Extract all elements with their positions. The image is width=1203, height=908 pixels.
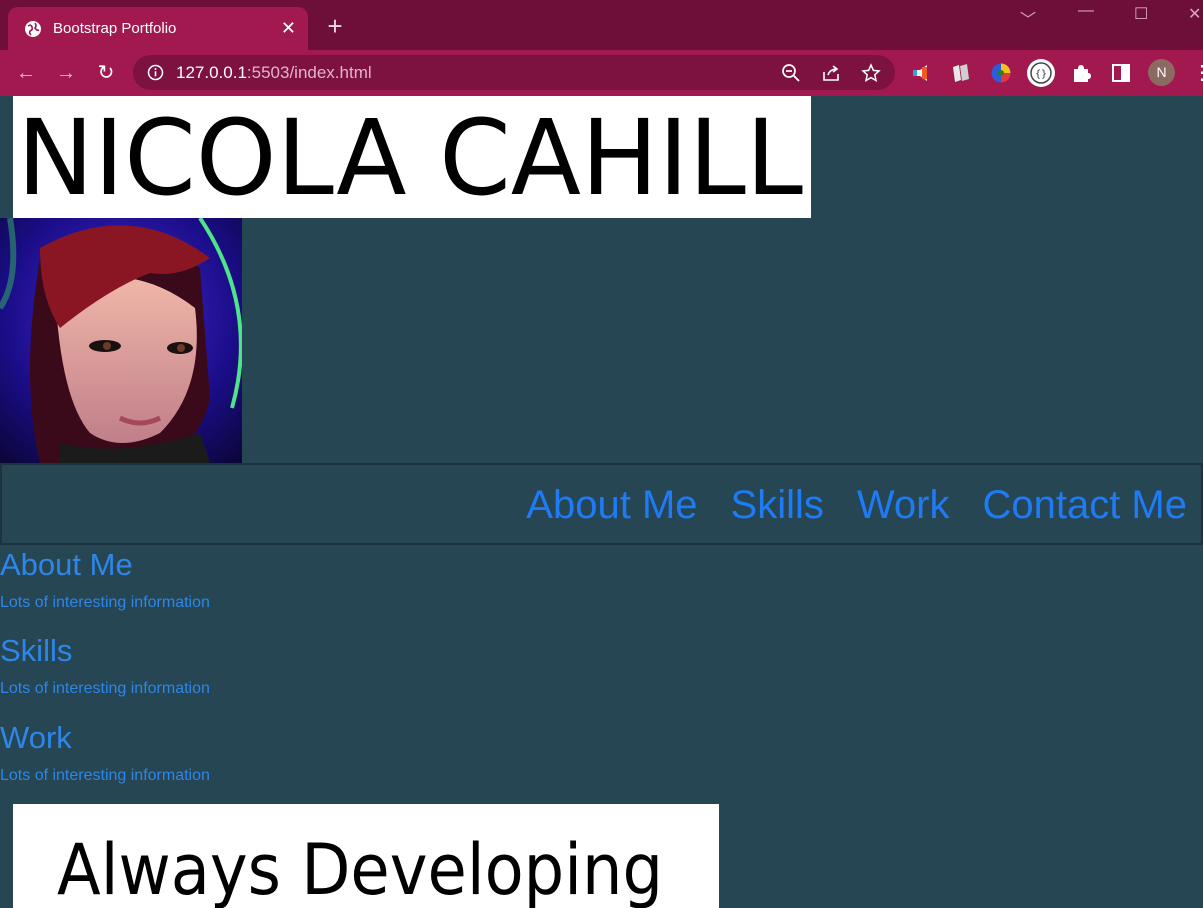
nav-links: About Me Skills Work Contact Me: [493, 483, 1187, 527]
url-host: 127.0.0.1: [176, 63, 247, 82]
portrait-image: [0, 218, 242, 463]
plus-icon[interactable]: +: [322, 13, 348, 39]
bookmark-star-icon[interactable]: [861, 63, 881, 83]
section-text: Lots of interesting information: [0, 594, 210, 611]
side-panel-icon[interactable]: [1110, 62, 1132, 84]
name-banner-art: NICOLA CAHILL: [17, 97, 803, 219]
section-about-me: About Me Lots of interesting information: [0, 548, 210, 612]
zoom-out-icon[interactable]: [781, 63, 801, 83]
maximize-icon[interactable]: ☐: [1134, 4, 1148, 24]
forward-icon[interactable]: →: [54, 61, 78, 85]
chevron-down-icon[interactable]: ﹀: [1020, 6, 1036, 30]
section-text: Lots of interesting information: [0, 767, 210, 784]
section-work: Work Lots of interesting information: [0, 721, 210, 785]
share-icon[interactable]: [821, 63, 841, 83]
main-navbar: About Me Skills Work Contact Me: [0, 463, 1203, 545]
url-text[interactable]: 127.0.0.1:5503/index.html: [176, 63, 372, 83]
tagline-banner-text: Always Developing: [57, 829, 663, 908]
minimize-icon[interactable]: —: [1078, 2, 1094, 20]
book-extension-icon[interactable]: [950, 62, 972, 84]
url-path: :5503/index.html: [246, 63, 372, 82]
name-banner-text: NICOLA CAHILL: [17, 97, 803, 218]
back-icon[interactable]: ←: [14, 61, 38, 85]
section-skills: Skills Lots of interesting information: [0, 634, 210, 698]
name-banner: NICOLA CAHILL: [13, 96, 811, 219]
portrait-art: [0, 218, 242, 463]
page-body: NICOLA CAHILL About Me Skills Work Conta…: [0, 96, 1203, 908]
browser-toolbar: ← → ↻ 127.0.0.1:5503/index.html {} N ⋮: [0, 50, 1203, 96]
puzzle-extensions-icon[interactable]: [1070, 62, 1092, 84]
tagline-banner: Always Developing: [13, 804, 719, 908]
svg-text:{}: {}: [1035, 69, 1047, 80]
window-close-icon[interactable]: ✕: [1188, 4, 1201, 24]
globe-icon: [25, 20, 41, 37]
browser-tab[interactable]: Bootstrap Portfolio ✕: [8, 7, 308, 50]
reload-icon[interactable]: ↻: [94, 61, 118, 85]
nav-link-work[interactable]: Work: [857, 483, 950, 527]
browser-tabstrip: Bootstrap Portfolio ✕ + ﹀ — ☐ ✕: [0, 0, 1203, 50]
section-title: Skills: [0, 633, 73, 668]
code-extension-icon[interactable]: {}: [1026, 58, 1056, 88]
close-icon[interactable]: ✕: [281, 19, 296, 37]
profile-avatar[interactable]: N: [1148, 59, 1175, 86]
color-wheel-extension-icon[interactable]: [990, 62, 1012, 84]
nav-link-contact-me[interactable]: Contact Me: [982, 483, 1187, 527]
megaphone-extension-icon[interactable]: [910, 62, 932, 84]
address-bar[interactable]: 127.0.0.1:5503/index.html: [133, 55, 895, 90]
more-menu-icon[interactable]: ⋮: [1190, 61, 1203, 85]
section-text: Lots of interesting information: [0, 680, 210, 697]
nav-link-about-me[interactable]: About Me: [526, 483, 697, 527]
info-icon[interactable]: [147, 64, 164, 81]
section-title: Work: [0, 720, 72, 755]
tab-title: Bootstrap Portfolio: [53, 20, 177, 37]
section-title: About Me: [0, 547, 133, 582]
nav-link-skills[interactable]: Skills: [731, 483, 824, 527]
tagline-banner-art: Always Developing: [57, 829, 663, 908]
